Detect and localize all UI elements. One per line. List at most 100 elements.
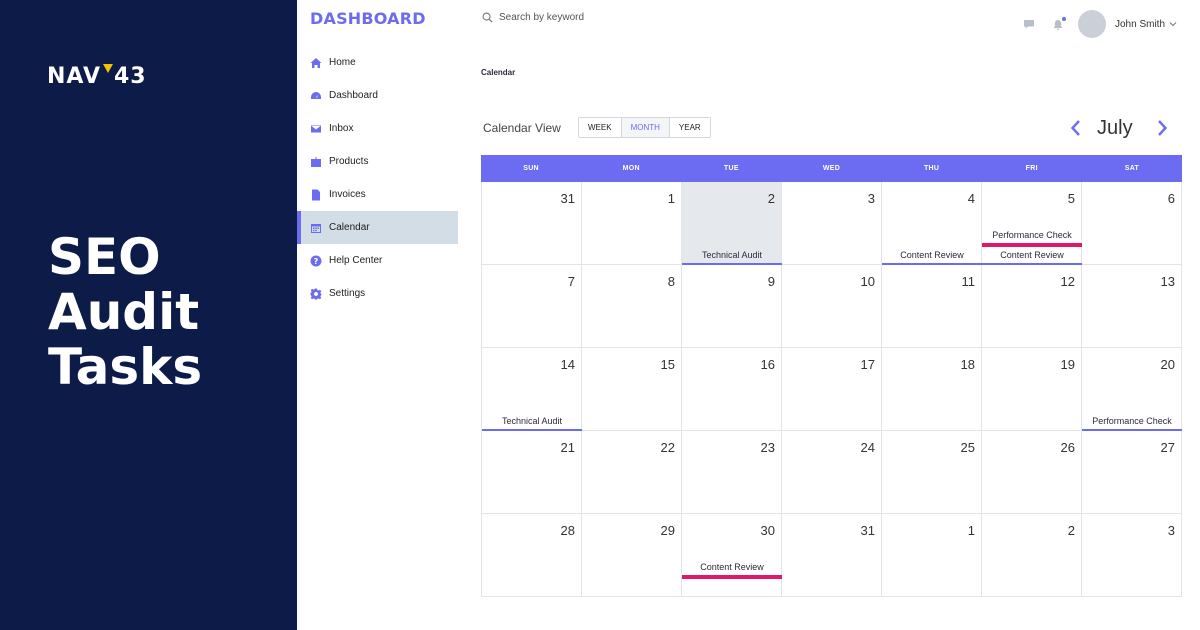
sidebar-item-label: Products <box>329 156 369 167</box>
sidebar-item-calendar[interactable]: Calendar <box>297 211 458 244</box>
day-number: 18 <box>960 357 975 372</box>
calendar-day-cell[interactable]: 19 <box>982 348 1082 431</box>
search-icon <box>482 12 493 23</box>
sidebar-item-dashboard[interactable]: Dashboard <box>297 79 458 112</box>
calendar-day-cell[interactable]: 16 <box>682 348 782 431</box>
day-number: 25 <box>960 440 975 455</box>
day-number: 1 <box>967 523 975 538</box>
headline-line-1: SEO <box>48 228 161 286</box>
calendar-day-cell[interactable]: 3 <box>782 182 882 265</box>
calendar-day-cell[interactable]: 29 <box>582 514 682 597</box>
calendar-day-cell[interactable]: 30 Content Review <box>682 514 782 597</box>
calendar-day-cell[interactable]: 27 <box>1082 431 1182 514</box>
search-input[interactable]: Search by keyword <box>482 12 584 23</box>
sidebar: DASHBOARD Home Dashboard Inbox Products … <box>297 0 458 630</box>
calendar-event[interactable]: Content Review <box>682 562 782 579</box>
sidebar-item-invoices[interactable]: Invoices <box>297 178 458 211</box>
month-nav: July <box>1068 116 1170 140</box>
sidebar-item-products[interactable]: Products <box>297 145 458 178</box>
box-icon <box>310 156 322 168</box>
brand-panel: NAV 43 SEO Audit Tasks <box>0 0 297 630</box>
calendar-day-cell[interactable]: 31 <box>782 514 882 597</box>
calendar-event[interactable]: Performance Check <box>982 230 1082 247</box>
weekday-header: SUN MON TUE WED THU FRI SAT <box>481 155 1182 182</box>
calendar-day-cell[interactable]: 5 Content Review Performance Check <box>982 182 1082 267</box>
day-number: 3 <box>867 191 875 206</box>
sidebar-item-help-center[interactable]: ? Help Center <box>297 244 458 277</box>
notification-bell-icon[interactable] <box>1052 17 1066 30</box>
day-number: 30 <box>760 523 775 538</box>
calendar-view-label: Calendar View <box>483 121 561 135</box>
day-number: 26 <box>1060 440 1075 455</box>
sidebar-item-settings[interactable]: Settings <box>297 277 458 310</box>
calendar-day-cell[interactable]: 31 <box>482 182 582 265</box>
avatar[interactable] <box>1078 10 1106 38</box>
calendar-day-cell[interactable]: 25 <box>882 431 982 514</box>
day-number: 9 <box>767 274 775 289</box>
brand-logo: NAV 43 <box>47 64 147 89</box>
gear-icon <box>310 288 322 300</box>
calendar-day-cell[interactable]: 12 <box>982 265 1082 348</box>
sidebar-item-inbox[interactable]: Inbox <box>297 112 458 145</box>
view-week-button[interactable]: WEEK <box>579 118 622 137</box>
calendar-day-cell[interactable]: 2 <box>982 514 1082 597</box>
calendar-day-cell[interactable]: 4 Content Review <box>882 182 982 267</box>
view-month-button[interactable]: MONTH <box>621 118 670 137</box>
topbar: Search by keyword John Smith <box>458 0 1200 40</box>
calendar-day-cell[interactable]: 10 <box>782 265 882 348</box>
calendar-day-cell[interactable]: 21 <box>482 431 582 514</box>
day-number: 27 <box>1160 440 1175 455</box>
calendar-day-cell[interactable]: 13 <box>1082 265 1182 348</box>
view-toggle: WEEK MONTH YEAR <box>578 117 711 138</box>
day-number: 3 <box>1167 523 1175 538</box>
document-icon <box>310 189 322 201</box>
calendar-day-cell[interactable]: 14 Technical Audit <box>482 348 582 433</box>
weekday-wed: WED <box>822 165 841 172</box>
calendar-grid: SUN MON TUE WED THU FRI SAT 31 1 2 Technica… <box>481 155 1182 597</box>
chat-icon[interactable] <box>1023 18 1035 30</box>
calendar-day-cell[interactable]: 11 <box>882 265 982 348</box>
chevron-left-icon[interactable] <box>1068 118 1084 138</box>
sidebar-nav: Home Dashboard Inbox Products Invoices C… <box>297 46 458 310</box>
calendar-day-cell[interactable]: 9 <box>682 265 782 348</box>
day-number: 28 <box>560 523 575 538</box>
day-number: 4 <box>967 191 975 206</box>
day-number: 10 <box>860 274 875 289</box>
calendar-day-cell[interactable]: 20 Performance Check <box>1082 348 1182 433</box>
calendar-day-cell[interactable]: 8 <box>582 265 682 348</box>
calendar-day-cell[interactable]: 15 <box>582 348 682 431</box>
calendar-day-cell[interactable]: 18 <box>882 348 982 431</box>
view-year-button[interactable]: YEAR <box>669 118 710 137</box>
calendar-day-cell[interactable]: 2 Technical Audit <box>682 182 782 267</box>
breadcrumb: Calendar <box>481 68 516 77</box>
sidebar-item-label: Help Center <box>329 255 383 266</box>
calendar-day-cell[interactable]: 6 <box>1082 182 1182 265</box>
day-number: 24 <box>860 440 875 455</box>
calendar-day-cell[interactable]: 22 <box>582 431 682 514</box>
day-number: 1 <box>667 191 675 206</box>
day-number: 31 <box>860 523 875 538</box>
calendar-day-cell[interactable]: 26 <box>982 431 1082 514</box>
sidebar-item-home[interactable]: Home <box>297 46 458 79</box>
sidebar-item-label: Dashboard <box>329 90 378 101</box>
calendar-day-cell[interactable]: 3 <box>1082 514 1182 597</box>
calendar-day-cell[interactable]: 24 <box>782 431 882 514</box>
calendar-day-cell[interactable]: 17 <box>782 348 882 431</box>
chevron-right-icon[interactable] <box>1154 118 1170 138</box>
day-number: 2 <box>767 191 775 206</box>
weekday-sun: SUN <box>523 165 539 172</box>
user-name[interactable]: John Smith <box>1115 19 1165 30</box>
weekday-fri: FRI <box>1025 165 1038 172</box>
calendar-day-cell[interactable]: 7 <box>482 265 582 348</box>
weekday-sat: SAT <box>1124 165 1140 172</box>
calendar-day-cell[interactable]: 23 <box>682 431 782 514</box>
day-number: 22 <box>660 440 675 455</box>
calendar-day-cell[interactable]: 28 <box>482 514 582 597</box>
calendar-day-cell[interactable]: 1 <box>582 182 682 265</box>
chevron-down-icon[interactable] <box>1169 20 1177 28</box>
sidebar-item-label: Home <box>329 57 356 68</box>
sidebar-item-label: Calendar <box>329 222 370 233</box>
calendar-day-cell[interactable]: 1 <box>882 514 982 597</box>
day-number: 31 <box>560 191 575 206</box>
day-number: 7 <box>567 274 575 289</box>
